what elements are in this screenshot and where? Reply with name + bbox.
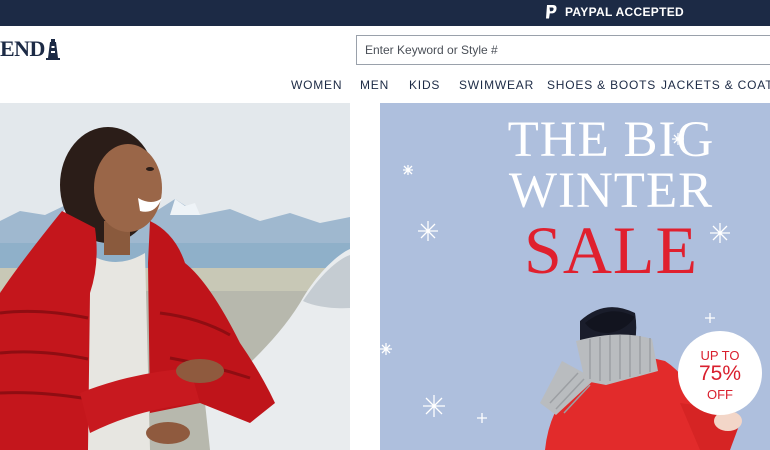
top-promo-bar: PAYPAL ACCEPTED — [0, 0, 770, 26]
logo-text: END — [0, 36, 45, 61]
nav-item-men[interactable]: MEN — [360, 78, 389, 92]
winter-sale-banner[interactable]: THE BIG WINTER SALE UP TO 75% OFF — [380, 103, 770, 450]
paypal-accepted-banner[interactable]: PAYPAL ACCEPTED — [544, 4, 684, 20]
paypal-accepted-text: PAYPAL ACCEPTED — [565, 5, 684, 19]
discount-badge[interactable]: UP TO 75% OFF — [678, 331, 762, 415]
headline-line-2: WINTER — [508, 163, 714, 219]
search-input[interactable] — [357, 36, 770, 64]
nav-item-kids[interactable]: KIDS — [409, 78, 440, 92]
headline-sale: SALE — [524, 212, 698, 288]
search-box[interactable] — [356, 35, 770, 65]
nav-item-women[interactable]: WOMEN — [291, 78, 342, 92]
badge-up-to: UP TO — [700, 348, 740, 363]
headline-line-1: THE BIG — [507, 112, 715, 168]
hero-womens-jacket-image[interactable] — [0, 103, 350, 450]
lighthouse-icon — [45, 39, 60, 60]
paypal-icon — [546, 5, 557, 19]
badge-off: OFF — [707, 387, 733, 402]
main-nav: WOMEN MEN KIDS SWIMWEAR SHOES & BOOTS JA… — [0, 78, 770, 94]
nav-item-jackets-coats[interactable]: JACKETS & COATS — [661, 78, 770, 92]
nav-item-shoes-boots[interactable]: SHOES & BOOTS — [547, 78, 656, 92]
site-logo[interactable]: END — [0, 36, 60, 62]
nav-item-swimwear[interactable]: SWIMWEAR — [459, 78, 534, 92]
woman-red-puffer-photo — [0, 103, 350, 450]
badge-percent: 75% — [698, 362, 742, 385]
